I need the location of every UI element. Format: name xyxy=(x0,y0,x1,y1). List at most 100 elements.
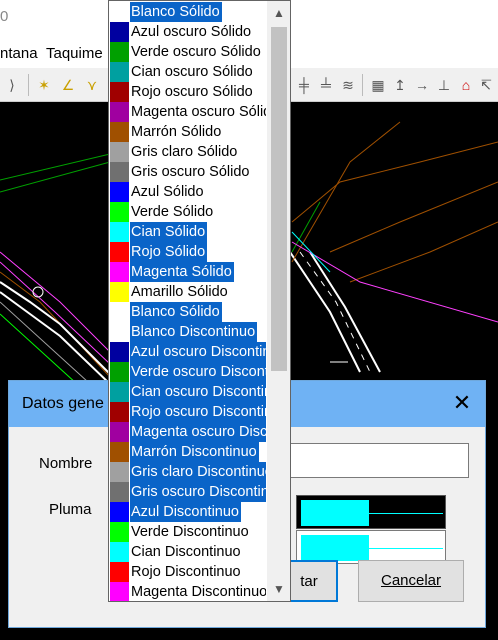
pen-option-label: Verde Sólido xyxy=(131,204,214,220)
pen-color-swatch xyxy=(110,362,129,382)
pen-color-swatch xyxy=(110,582,129,601)
pen-option[interactable]: Blanco Sólido xyxy=(109,2,266,22)
cancel-button-label: Cancelar xyxy=(380,572,442,589)
pen-option[interactable]: Azul oscuro Discontinuo xyxy=(109,342,266,362)
pen-option-label: Azul oscuro Sólido xyxy=(131,24,252,40)
menu-item-taquimetria[interactable]: Taquime xyxy=(46,45,103,62)
pen-option[interactable]: Azul oscuro Sólido xyxy=(109,22,266,42)
pen-option[interactable]: Magenta Sólido xyxy=(109,262,266,282)
pen-select-swatch xyxy=(301,535,369,561)
pen-option[interactable]: Verde oscuro Sólido xyxy=(109,42,266,62)
toolbar-separator xyxy=(28,74,29,96)
tool-line-icon[interactable]: ╪ xyxy=(296,77,312,93)
tool-icon[interactable]: ⟩ xyxy=(4,77,20,93)
name-input[interactable] xyxy=(280,443,469,478)
pen-option-label: Cian Sólido xyxy=(130,222,208,242)
pen-option[interactable]: Magenta Discontinuo xyxy=(109,582,266,601)
pen-option[interactable]: Gris claro Sólido xyxy=(109,142,266,162)
pen-color-swatch xyxy=(110,522,129,542)
close-icon[interactable]: ✕ xyxy=(451,392,473,414)
window-title: 0 xyxy=(0,8,9,25)
pen-color-swatch xyxy=(110,502,129,522)
pen-option[interactable]: Blanco Sólido xyxy=(109,302,266,322)
pen-option[interactable]: Verde Discontinuo xyxy=(109,522,266,542)
scroll-up-icon[interactable]: ▲ xyxy=(267,3,290,23)
pen-color-swatch xyxy=(110,442,129,462)
pen-option[interactable]: Marrón Sólido xyxy=(109,122,266,142)
pen-color-swatch xyxy=(110,162,129,182)
name-label: Nombre xyxy=(39,455,93,472)
tool-cr-icon[interactable]: ≋ xyxy=(340,77,356,93)
dropdown-scrollbar[interactable]: ▲ ▼ xyxy=(267,1,290,601)
pen-option-label: Magenta Sólido xyxy=(130,262,234,282)
tool-arrow-icon[interactable]: → xyxy=(414,77,430,93)
menu-item-ventana[interactable]: ntana xyxy=(0,45,38,62)
pen-color-swatch xyxy=(110,542,129,562)
home-icon[interactable]: ⌂ xyxy=(458,77,474,93)
pen-select-line xyxy=(369,548,443,549)
pen-option[interactable]: Rojo oscuro Sólido xyxy=(109,82,266,102)
pen-option-label: Rojo oscuro Sólido xyxy=(131,84,253,100)
snap-icon[interactable]: ✶ xyxy=(36,77,52,93)
pen-option-label: Amarillo Sólido xyxy=(131,284,228,300)
pen-option[interactable]: Marrón Discontinuo xyxy=(109,442,266,462)
snap-point-icon[interactable]: ⋎ xyxy=(84,77,100,93)
pen-option[interactable]: Cian Sólido xyxy=(109,222,266,242)
pen-select[interactable] xyxy=(296,530,446,564)
toolbar-separator xyxy=(362,74,363,96)
pen-option[interactable]: Gris oscuro Discontinuo xyxy=(109,482,266,502)
pen-color-swatch xyxy=(110,402,129,422)
pen-color-swatch xyxy=(110,342,129,362)
pen-option[interactable]: Rojo Discontinuo xyxy=(109,562,266,582)
pen-color-swatch xyxy=(110,382,129,402)
pen-color-swatch xyxy=(110,42,129,62)
pen-option[interactable]: Cian oscuro Sólido xyxy=(109,62,266,82)
pen-option[interactable]: Verde Sólido xyxy=(109,202,266,222)
pen-option[interactable]: Blanco Discontinuo xyxy=(109,322,266,342)
tool-flag-icon[interactable]: ↸ xyxy=(478,77,494,93)
pen-option-label: Magenta oscuro Sólido xyxy=(131,104,266,120)
pen-color-swatch xyxy=(110,82,129,102)
pen-color-swatch xyxy=(110,62,129,82)
pen-dropdown-list[interactable]: Blanco Sólido Azul oscuro Sólido Verde osc… xyxy=(108,0,291,602)
snap-angle-icon[interactable]: ∠ xyxy=(60,77,76,93)
pen-option[interactable]: Rojo oscuro Discontinuo xyxy=(109,402,266,422)
pen-option[interactable]: Cian oscuro Discontinuo xyxy=(109,382,266,402)
scrollbar-thumb[interactable] xyxy=(271,27,287,371)
pen-option[interactable]: Amarillo Sólido xyxy=(109,282,266,302)
pen-option[interactable]: Magenta oscuro Discontinuo xyxy=(109,422,266,442)
tool-measure-icon[interactable]: ↥ xyxy=(392,77,408,93)
tool-grid-icon[interactable]: ▦ xyxy=(370,77,386,93)
pen-option-label: Gris claro Discontinuo xyxy=(130,462,266,482)
pen-color-swatch xyxy=(110,202,129,222)
pen-option-label: Azul Sólido xyxy=(131,184,204,200)
pen-option-label: Magenta Discontinuo xyxy=(131,584,266,600)
tool-r-icon[interactable]: ╧ xyxy=(318,77,334,93)
cancel-button[interactable]: Cancelar xyxy=(358,560,464,602)
scroll-down-icon[interactable]: ▼ xyxy=(267,579,290,599)
pen-option-label: Rojo Sólido xyxy=(130,242,208,262)
pen-option-label: Cian Discontinuo xyxy=(131,544,241,560)
pen-color-swatch xyxy=(110,262,129,282)
pen-option-label: Azul oscuro Discontinuo xyxy=(130,342,266,362)
pen-option[interactable]: Rojo Sólido xyxy=(109,242,266,262)
pen-preview xyxy=(296,495,446,529)
pen-option[interactable]: Verde oscuro Discontinuo xyxy=(109,362,266,382)
pen-color-swatch xyxy=(110,222,129,242)
pen-option[interactable]: Azul Sólido xyxy=(109,182,266,202)
pen-color-swatch xyxy=(110,302,129,322)
pen-option[interactable]: Magenta oscuro Sólido xyxy=(109,102,266,122)
pen-option-label: Gris oscuro Discontinuo xyxy=(130,482,266,502)
pen-color-swatch xyxy=(110,282,129,302)
pen-option-label: Verde Discontinuo xyxy=(131,524,249,540)
pen-option[interactable]: Cian Discontinuo xyxy=(109,542,266,562)
pen-option-label: Blanco Sólido xyxy=(130,302,222,322)
pen-option[interactable]: Gris oscuro Sólido xyxy=(109,162,266,182)
pen-option-label: Verde oscuro Sólido xyxy=(131,44,261,60)
pen-option-label: Cian oscuro Sólido xyxy=(131,64,253,80)
pen-option[interactable]: Azul Discontinuo xyxy=(109,502,266,522)
tool-cross-icon[interactable]: ⊥ xyxy=(436,77,452,93)
pen-option[interactable]: Gris claro Discontinuo xyxy=(109,462,266,482)
pen-color-swatch xyxy=(110,562,129,582)
pen-color-swatch xyxy=(110,102,129,122)
